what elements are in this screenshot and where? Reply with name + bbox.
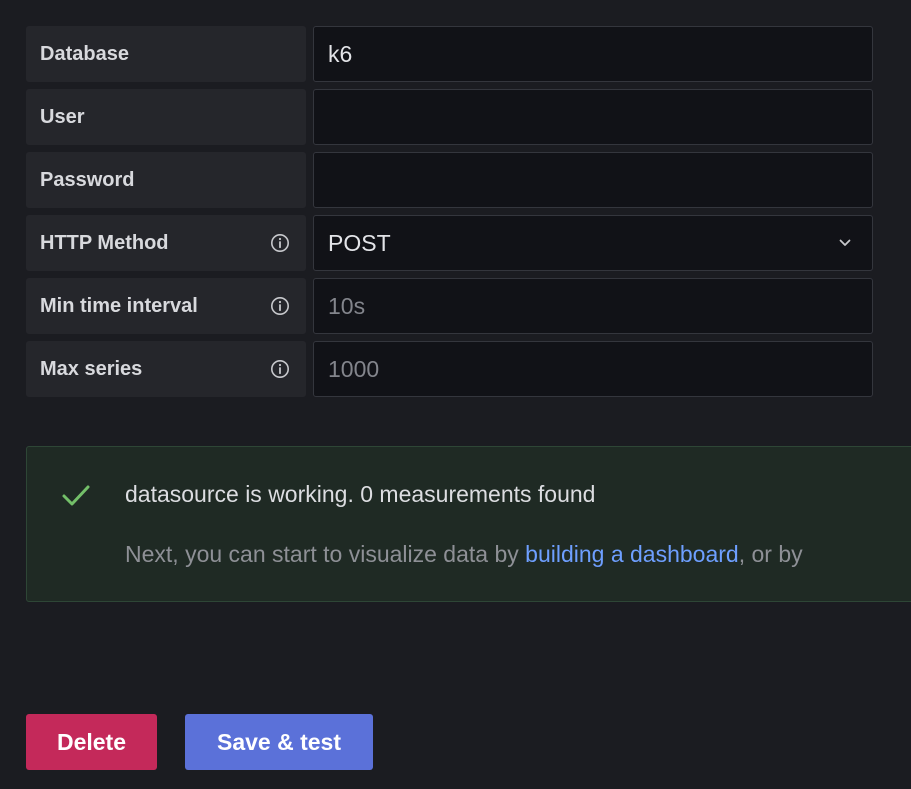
field-label-text: User	[40, 106, 85, 128]
building-dashboard-link[interactable]: building a dashboard	[525, 541, 739, 567]
alert-body-prefix: Next, you can start to visualize data by	[125, 541, 526, 567]
delete-button[interactable]: Delete	[26, 714, 157, 770]
alert-body-suffix: , or by	[738, 541, 803, 567]
min-time-interval-input[interactable]: 10s	[313, 278, 873, 334]
field-label-user: User	[26, 89, 306, 145]
user-input[interactable]	[313, 89, 873, 145]
save-test-button[interactable]: Save & test	[185, 714, 373, 770]
max-series-input[interactable]: 1000	[313, 341, 873, 397]
field-label-max-series: Max series	[26, 341, 306, 397]
field-label-text: Database	[40, 43, 129, 65]
info-icon[interactable]	[270, 233, 290, 253]
field-label-text: Password	[40, 169, 135, 191]
alert-body: Next, you can start to visualize data by…	[125, 541, 803, 568]
password-input[interactable]	[313, 152, 873, 208]
http-method-select-value: POST	[328, 230, 391, 256]
field-label-min-time-interval: Min time interval	[26, 278, 306, 334]
alert-title: datasource is working. 0 measurements fo…	[125, 481, 596, 507]
database-input[interactable]: k6	[313, 26, 873, 82]
field-label-http-method: HTTP Method	[26, 215, 306, 271]
field-label-database: Database	[26, 26, 306, 82]
field-label-password: Password	[26, 152, 306, 208]
field-label-text: Max series	[40, 358, 143, 380]
info-icon[interactable]	[270, 296, 290, 316]
info-icon[interactable]	[270, 359, 290, 379]
chevron-down-icon	[839, 239, 851, 246]
min-time-interval-placeholder: 10s	[328, 293, 366, 319]
check-icon	[62, 485, 90, 506]
database-input-value: k6	[328, 41, 353, 67]
field-label-text: HTTP Method	[40, 232, 169, 254]
field-label-text: Min time interval	[40, 295, 198, 317]
http-method-select[interactable]: POST	[313, 215, 873, 271]
success-alert: datasource is working. 0 measurements fo…	[26, 446, 911, 602]
max-series-placeholder: 1000	[328, 356, 380, 382]
